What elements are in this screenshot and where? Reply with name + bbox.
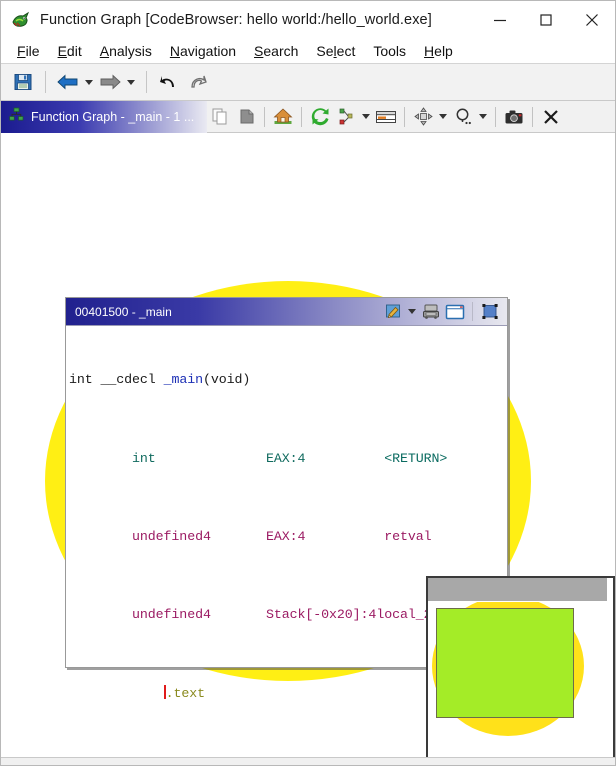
provider-separator-2	[301, 106, 302, 127]
satellite-header-bar	[428, 578, 607, 602]
listing-token: .text	[165, 685, 206, 701]
provider-toolbar	[207, 101, 615, 133]
menu-bar: File Edit Analysis Navigation Search Sel…	[1, 39, 615, 64]
camera-icon[interactable]	[501, 104, 527, 130]
menu-navigation[interactable]: Navigation	[161, 44, 245, 58]
copy-pages-icon[interactable]	[207, 104, 233, 130]
function-graph-canvas[interactable]: 00401500 - _main int __cdecl _main(void)…	[1, 133, 615, 765]
listing-token	[305, 451, 384, 466]
close-icon[interactable]	[569, 1, 615, 39]
satellite-canvas[interactable]	[428, 602, 613, 763]
refresh-green-icon[interactable]	[307, 104, 333, 130]
listing-token	[305, 529, 384, 544]
provider-separator-5	[532, 106, 533, 127]
window-controls	[477, 1, 615, 39]
listing-token: (void)	[202, 372, 251, 388]
four-way-arrow-icon[interactable]	[410, 104, 436, 130]
back-button[interactable]	[54, 68, 82, 96]
tab-label: Function Graph - _main - 1 ...	[31, 109, 195, 124]
window-title: Function Graph [CodeBrowser: hello world…	[40, 12, 432, 28]
window-title-bar: Function Graph [CodeBrowser: hello world…	[1, 1, 615, 39]
back-dropdown-caret-icon[interactable]	[85, 79, 93, 85]
vertex-toolbar	[381, 300, 507, 324]
satellite-view[interactable]	[426, 576, 615, 765]
layout-dropdown-caret-icon[interactable]	[362, 114, 370, 119]
provider-separator-1	[264, 106, 265, 127]
menu-select[interactable]: Select	[307, 44, 364, 58]
vertex-color-dropdown-caret-icon[interactable]	[408, 309, 416, 314]
home-icon[interactable]	[270, 104, 296, 130]
listing-row[interactable]: int EAX:4 <RETURN>	[69, 449, 507, 469]
listing-token: undefined4	[69, 528, 266, 544]
main-toolbar	[1, 64, 615, 101]
window-icon[interactable]	[443, 300, 467, 324]
provider-separator-3	[404, 106, 405, 127]
listing-token: EAX:4	[266, 528, 306, 544]
magnifier-icon[interactable]	[450, 104, 476, 130]
redo-button[interactable]	[183, 68, 211, 96]
pencil-palette-icon[interactable]	[381, 300, 405, 324]
group-blocks-icon[interactable]	[373, 104, 399, 130]
listing-row[interactable]: int __cdecl _main(void)	[69, 370, 507, 390]
vertex-toolbar-separator	[472, 302, 473, 321]
save-button[interactable]	[9, 68, 37, 96]
forward-button[interactable]	[96, 68, 124, 96]
machine-icon[interactable]	[419, 300, 443, 324]
close-x-icon[interactable]	[538, 104, 564, 130]
menu-tools[interactable]: Tools	[364, 44, 415, 58]
satellite-vertex[interactable]	[436, 608, 574, 718]
tab-function-graph[interactable]: Function Graph - _main - 1 ...	[1, 100, 207, 133]
selection-square-icon[interactable]	[478, 300, 502, 324]
graph-layout-icon[interactable]	[333, 104, 359, 130]
listing-row[interactable]: undefined4 EAX:4 retval	[69, 527, 507, 547]
minimize-icon[interactable]	[477, 1, 523, 39]
listing-token: EAX:4	[266, 450, 306, 466]
paste-page-icon[interactable]	[233, 104, 259, 130]
forward-dropdown-caret-icon[interactable]	[127, 79, 135, 85]
menu-edit[interactable]: Edit	[49, 44, 91, 58]
listing-token: undefined4	[69, 607, 266, 623]
listing-token: Stack[-0x20]:4	[266, 607, 377, 623]
vertex-title: 00401500 - _main	[75, 304, 172, 319]
vertex-title-bar[interactable]: 00401500 - _main	[66, 298, 507, 326]
listing-token: int __cdecl	[69, 372, 164, 388]
provider-separator-4	[495, 106, 496, 127]
status-bar	[1, 757, 615, 765]
menu-file[interactable]: File	[8, 44, 49, 58]
function-graph-window: Function Graph [CodeBrowser: hello world…	[0, 0, 616, 766]
menu-analysis[interactable]: Analysis	[91, 44, 161, 58]
navigate-dropdown-caret-icon[interactable]	[439, 114, 447, 119]
magnify-dropdown-caret-icon[interactable]	[479, 114, 487, 119]
ghidra-dragon-icon	[11, 10, 31, 30]
toolbar-separator	[45, 71, 46, 93]
menu-help[interactable]: Help	[415, 44, 462, 58]
maximize-icon[interactable]	[523, 1, 569, 39]
listing-token: <RETURN>	[384, 450, 448, 466]
listing-token: retval	[384, 528, 432, 544]
listing-token	[69, 686, 164, 701]
listing-token: _main	[163, 372, 204, 388]
listing-token: int	[69, 450, 266, 466]
provider-tab-bar: Function Graph - _main - 1 ...	[1, 100, 615, 133]
menu-search[interactable]: Search	[245, 44, 307, 58]
toolbar-separator-2	[146, 71, 147, 93]
function-graph-icon	[9, 107, 24, 127]
undo-button[interactable]	[155, 68, 183, 96]
